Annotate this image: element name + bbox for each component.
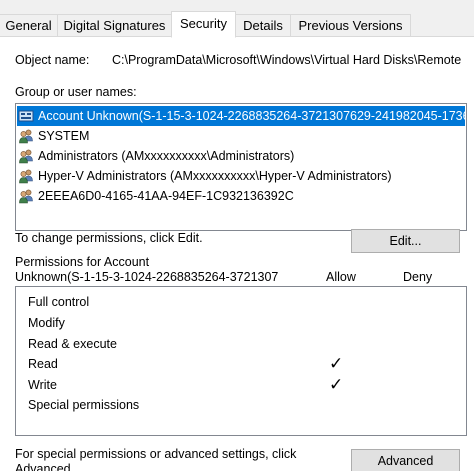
advanced-button[interactable]: Advanced	[351, 449, 460, 471]
tab-details[interactable]: Details	[236, 14, 291, 37]
permissions-title-line2: Unknown(S-1-15-3-1024-2268835264-3721307	[15, 270, 279, 284]
list-item-label: SYSTEM	[38, 129, 90, 143]
permission-row-modify: Modify	[28, 316, 65, 330]
permission-row-read: Read	[28, 357, 58, 371]
permission-row-full-control: Full control	[28, 295, 90, 309]
users-icon	[18, 128, 34, 144]
security-properties-dialog: General Digital Signatures Security Deta…	[0, 0, 474, 471]
tab-previous-versions[interactable]: Previous Versions	[291, 14, 411, 37]
tab-strip: General Digital Signatures Security Deta…	[0, 0, 474, 38]
tab-label: Security	[180, 16, 227, 31]
list-item-label: Account Unknown(S-1-15-3-1024-2268835264…	[38, 109, 467, 123]
list-item-label: Administrators (AMxxxxxxxxxx\Administrat…	[38, 149, 295, 163]
list-item-label: 2EEEA6D0-4165-41AA-94EF-1C932136392C	[38, 189, 294, 203]
unknown-account-icon	[18, 108, 34, 124]
advanced-hint-line2: Advanced.	[15, 462, 75, 471]
list-item[interactable]: Administrators (AMxxxxxxxxxx\Administrat…	[17, 146, 465, 166]
object-name-value: C:\ProgramData\Microsoft\Windows\Virtual…	[112, 53, 462, 67]
users-icon	[18, 148, 34, 164]
tab-security[interactable]: Security	[171, 11, 236, 38]
write-allow-checkmark-icon: ✓	[329, 375, 344, 394]
tab-digital-signatures[interactable]: Digital Signatures	[58, 14, 172, 37]
permissions-listbox[interactable]: Full control Modify Read & execute Read …	[15, 286, 467, 436]
tab-label: Previous Versions	[298, 18, 403, 33]
users-icon	[18, 188, 34, 204]
permissions-title-line1: Permissions for Account	[15, 255, 150, 269]
tab-label: Details	[243, 18, 283, 33]
list-item[interactable]: SYSTEM	[17, 126, 465, 146]
users-icon	[18, 168, 34, 184]
change-permissions-hint: To change permissions, click Edit.	[15, 231, 203, 245]
list-item[interactable]: Account Unknown(S-1-15-3-1024-2268835264…	[17, 106, 467, 126]
list-item[interactable]: 2EEEA6D0-4165-41AA-94EF-1C932136392C	[17, 186, 465, 206]
permission-row-write: Write	[28, 378, 57, 392]
deny-column-header: Deny	[403, 270, 433, 284]
permission-row-read-execute: Read & execute	[28, 337, 117, 351]
security-tab-panel: Object name: C:\ProgramData\Microsoft\Wi…	[0, 37, 474, 471]
edit-button[interactable]: Edit...	[351, 229, 460, 253]
group-names-label: Group or user names:	[15, 85, 137, 99]
allow-column-header: Allow	[326, 270, 356, 284]
list-item-label: Hyper-V Administrators (AMxxxxxxxxxx\Hyp…	[38, 169, 392, 183]
read-allow-checkmark-icon: ✓	[329, 354, 344, 373]
tab-general[interactable]: General	[0, 14, 58, 37]
tab-label: Digital Signatures	[63, 18, 166, 33]
advanced-hint-line1: For special permissions or advanced sett…	[15, 447, 297, 461]
object-name-label: Object name:	[15, 53, 90, 67]
group-user-listbox[interactable]: Account Unknown(S-1-15-3-1024-2268835264…	[15, 103, 467, 231]
permission-row-special: Special permissions	[28, 398, 140, 412]
tab-label: General	[5, 18, 52, 33]
list-item[interactable]: Hyper-V Administrators (AMxxxxxxxxxx\Hyp…	[17, 166, 465, 186]
